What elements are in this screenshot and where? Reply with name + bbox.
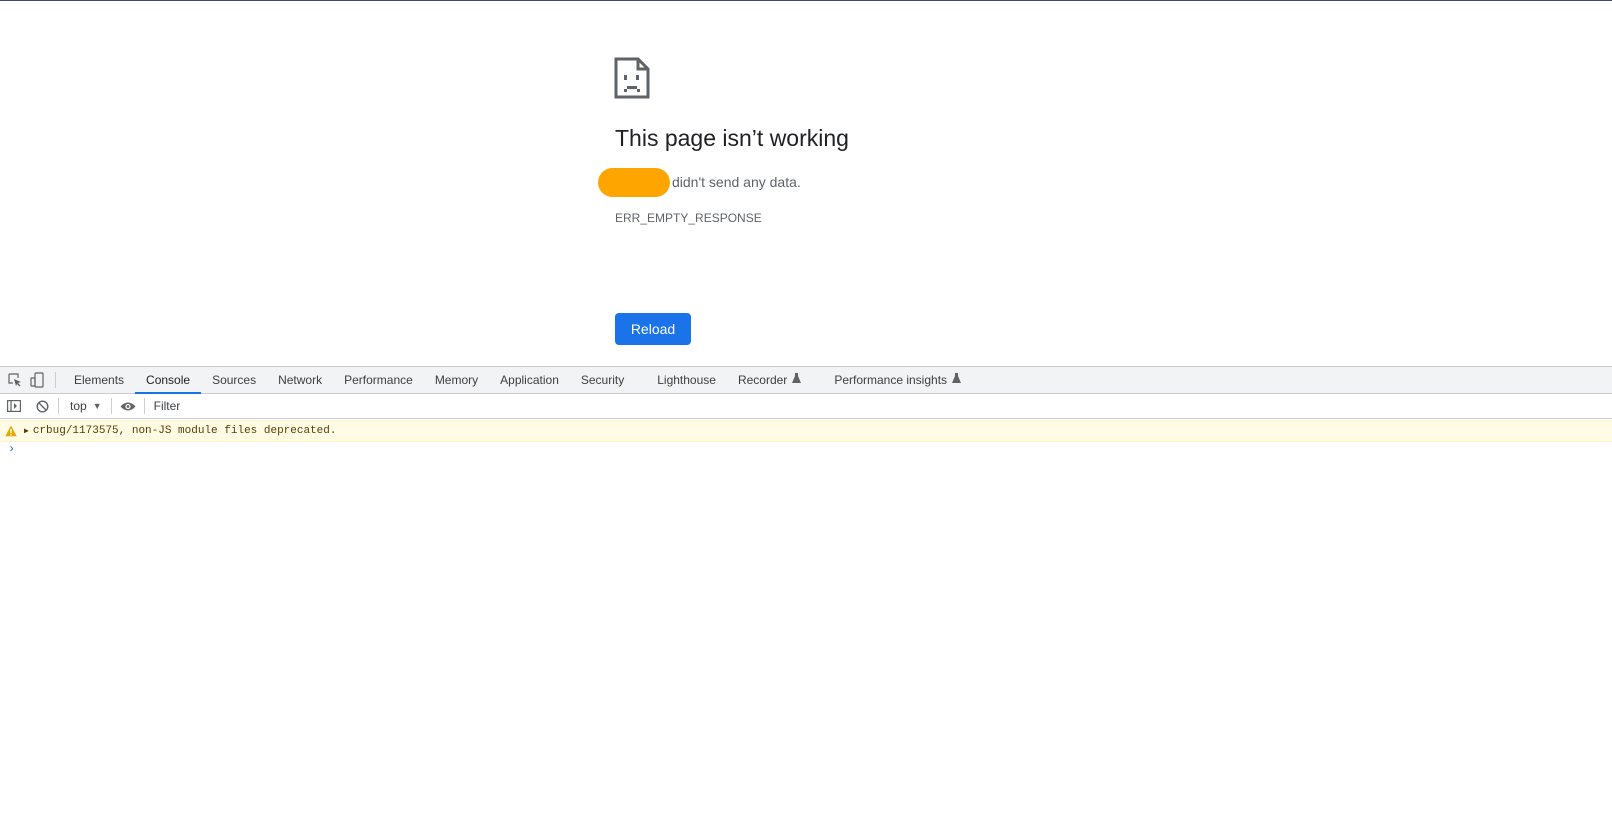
tab-console[interactable]: Console [135,367,202,394]
tab-performance-insights[interactable]: Performance insights [823,367,972,393]
tab-lighthouse[interactable]: Lighthouse [646,367,727,393]
live-expression-eye-icon[interactable] [117,394,139,418]
devtools-tabbar: Elements Console Sources Network Perform… [0,366,1612,394]
reload-button[interactable]: Reload [615,313,691,345]
tabbar-divider [55,372,56,388]
tab-security[interactable]: Security [570,367,646,393]
dropdown-arrow-icon: ▼ [92,401,102,411]
warning-icon [5,425,17,437]
device-toolbar-icon[interactable] [26,367,48,393]
sad-page-icon [614,57,650,99]
experiment-flask-icon [952,373,962,387]
error-code: ERR_EMPTY_RESPONSE [615,211,762,225]
experiment-flask-icon [792,373,802,387]
tab-application[interactable]: Application [489,367,570,393]
error-description: didn't send any data. [598,167,801,197]
tab-memory[interactable]: Memory [424,367,489,393]
devtools-panel: Elements Console Sources Network Perform… [0,366,1612,825]
tab-network[interactable]: Network [267,367,333,393]
toolbar-divider [58,398,59,414]
error-description-text: didn't send any data. [672,174,801,190]
inspect-element-icon[interactable] [4,367,26,393]
console-prompt[interactable]: › [8,442,15,456]
tab-sources[interactable]: Sources [201,367,267,393]
redacted-hostname [598,167,670,197]
tab-elements[interactable]: Elements [63,367,135,393]
console-warning-message[interactable]: ▶ crbug/1173575, non-JS module files dep… [0,420,1612,442]
page-title: This page isn’t working [615,125,849,151]
show-sidebar-icon[interactable] [3,394,25,418]
context-selector[interactable]: top ▼ [64,399,106,413]
toolbar-divider [110,398,112,414]
warning-text: crbug/1173575, non-JS module files depre… [32,425,337,437]
toolbar-divider [143,398,145,414]
error-page: This page isn’t working didn't send any … [0,1,1612,365]
console-filter-input[interactable] [149,396,1612,416]
console-toolbar: top ▼ [0,394,1612,419]
expand-triangle-icon[interactable]: ▶ [24,426,29,436]
clear-console-icon[interactable] [31,394,53,418]
tab-recorder[interactable]: Recorder [727,367,823,393]
tab-performance[interactable]: Performance [333,367,424,393]
